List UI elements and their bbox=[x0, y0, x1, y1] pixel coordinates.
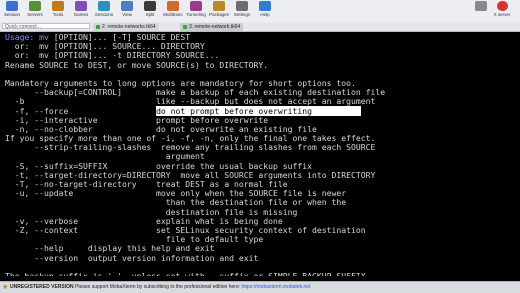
toolbar-games-button[interactable]: Games bbox=[71, 1, 91, 21]
packages-icon bbox=[213, 1, 225, 11]
toolbar-packages-button[interactable]: Packages bbox=[209, 1, 229, 21]
tunneling-icon bbox=[190, 1, 202, 11]
toolbar-label: Split bbox=[145, 12, 155, 17]
selected-text: do not prompt before overwriting bbox=[156, 105, 361, 116]
view-icon bbox=[121, 1, 133, 11]
terminal-icon bbox=[183, 24, 187, 29]
toolbar-multiexec-button[interactable]: MultiExec bbox=[163, 1, 183, 21]
terminal-line: The backup suffix is '~', unless set wit… bbox=[5, 270, 371, 276]
tab-session-3-label: 3. remote-network.tk64 bbox=[189, 24, 241, 30]
exit-icon bbox=[475, 1, 487, 11]
toolbar-sessions-button[interactable]: Sessions bbox=[94, 1, 114, 21]
toolbar-help-button[interactable]: Help bbox=[255, 1, 275, 21]
games-icon bbox=[75, 1, 87, 11]
toolbar-split-button[interactable]: Split bbox=[140, 1, 160, 21]
toolbar-label: Sessions bbox=[94, 12, 114, 17]
tab-session-3[interactable]: 3. remote-network.tk64 bbox=[180, 23, 244, 31]
help-icon bbox=[259, 1, 271, 11]
toolbar-session-button[interactable]: Session bbox=[2, 1, 22, 21]
terminal-line: --version output version information and… bbox=[5, 252, 259, 263]
toolbar-settings-button[interactable]: Settings bbox=[232, 1, 252, 21]
terminal-line: Rename SOURCE to DEST, or move SOURCE(s)… bbox=[5, 59, 269, 70]
toolbar-label: Games bbox=[73, 12, 89, 17]
exit-button[interactable] bbox=[474, 1, 488, 11]
settings-icon bbox=[236, 1, 248, 11]
toolbar-label: Tunneling bbox=[186, 12, 206, 17]
session-icon bbox=[6, 1, 18, 11]
status-link[interactable]: https://mobaxterm.mobatek.net bbox=[242, 284, 311, 290]
toolbar-view-button[interactable]: View bbox=[117, 1, 137, 21]
toolbar-tunneling-button[interactable]: Tunneling bbox=[186, 1, 206, 21]
toolbar-tools-button[interactable]: Tools bbox=[48, 1, 68, 21]
toolbar-label: Settings bbox=[233, 12, 251, 17]
status-message: Please support MobaXterm by subscribing … bbox=[75, 284, 241, 290]
split-icon bbox=[144, 1, 156, 11]
toolbar-label: Servers bbox=[27, 12, 43, 17]
quick-connect-input[interactable]: Quick connect... bbox=[2, 23, 90, 30]
xserver-icon bbox=[496, 1, 508, 11]
toolbar-label: Help bbox=[260, 12, 270, 17]
toolbar-label: MultiExec bbox=[163, 12, 183, 17]
xserver-label: X server bbox=[493, 12, 511, 17]
servers-icon bbox=[29, 1, 41, 11]
multiexec-icon bbox=[167, 1, 179, 11]
xserver-button[interactable]: X server bbox=[488, 1, 516, 18]
edition-label: UNREGISTERED VERSION bbox=[10, 284, 74, 290]
terminal-output[interactable]: Usage: mv [OPTION]... [-T] SOURCE DEST o… bbox=[5, 33, 517, 276]
tab-session-2-label: 2. remote-networks.tk64 bbox=[102, 24, 156, 30]
toolbar-label: Tools bbox=[52, 12, 64, 17]
toolbar-label: Packages bbox=[209, 12, 229, 17]
tab-bar: Quick connect... 2. remote-networks.tk64… bbox=[0, 22, 520, 32]
tools-icon bbox=[52, 1, 64, 11]
sessions-icon bbox=[98, 1, 110, 11]
toolbar-servers-button[interactable]: Servers bbox=[25, 1, 45, 21]
tab-session-2[interactable]: 2. remote-networks.tk64 bbox=[93, 23, 159, 31]
toolbar-label: View bbox=[122, 12, 132, 17]
main-toolbar: Session Servers Tools Games Sessions View Spli… bbox=[0, 0, 520, 23]
status-bar: ★ UNREGISTERED VERSION Please support Mo… bbox=[0, 281, 520, 293]
toolbar-label: Session bbox=[3, 12, 20, 17]
star-icon: ★ bbox=[2, 284, 9, 291]
terminal-icon bbox=[96, 24, 100, 29]
